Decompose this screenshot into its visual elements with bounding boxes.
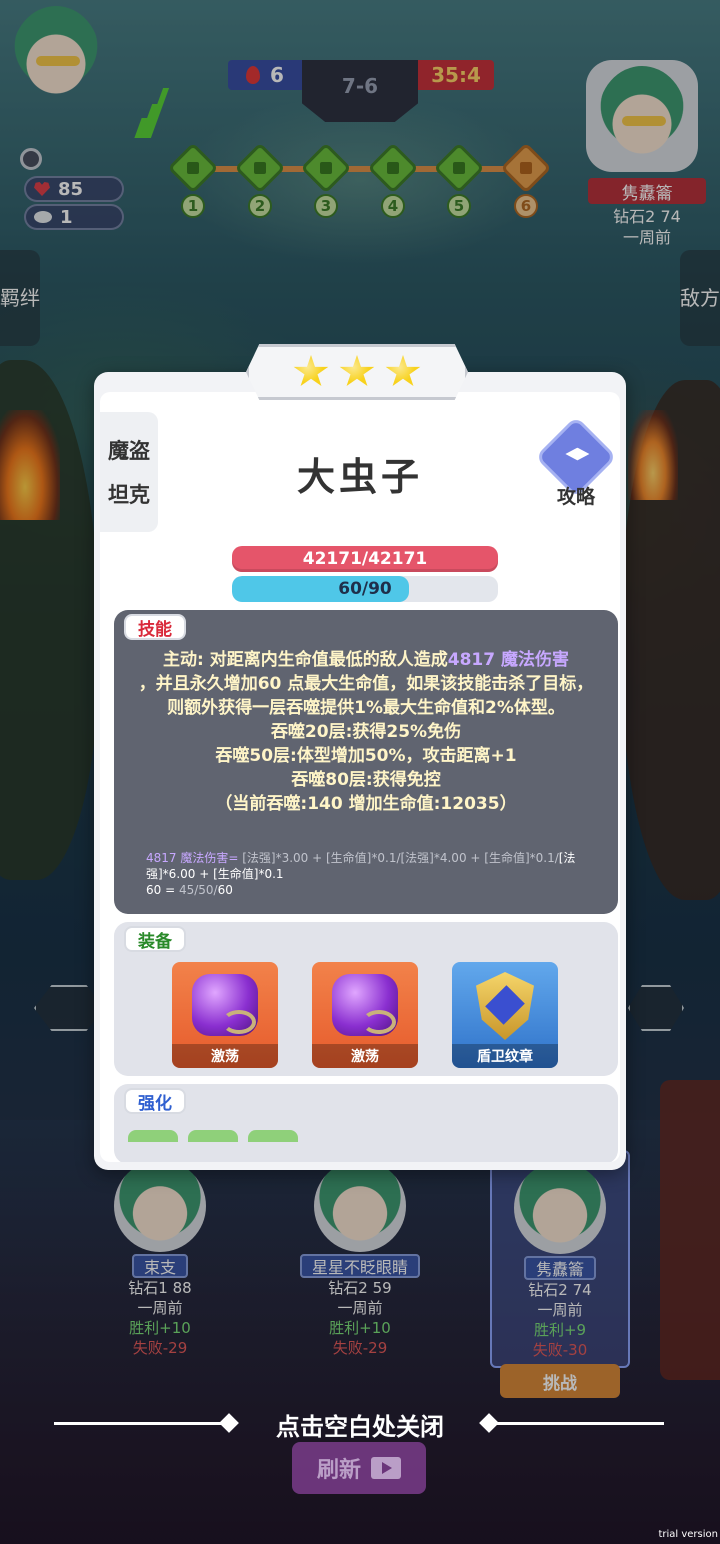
refresh-button[interactable]: 刷新 xyxy=(292,1442,426,1494)
enhance-item[interactable] xyxy=(188,1130,238,1142)
skill-line: 主动: 对距离内生命值最低的敌人造成 xyxy=(163,650,448,670)
formula-label: 4817 魔法伤害= xyxy=(146,851,243,865)
guide-button[interactable]: 攻略 xyxy=(534,415,618,508)
equipment-label: 激荡 xyxy=(312,1044,418,1068)
skill-line: （当前吞噬:140 增加生命值:12035） xyxy=(215,794,517,814)
guide-label: 攻略 xyxy=(556,486,595,508)
equip-tag: 装备 xyxy=(124,926,186,952)
formula-label: 60 = xyxy=(146,883,179,897)
equipment-label: 盾卫纹章 xyxy=(452,1044,558,1068)
star-icon xyxy=(339,355,375,386)
equipment-item[interactable]: 激荡 xyxy=(312,962,418,1068)
skill-section: 技能 主动: 对距离内生命值最低的敌人造成4817 魔法伤害 ，并且永久增加60… xyxy=(114,610,618,914)
shield-emblem-icon xyxy=(476,972,534,1040)
star-icon xyxy=(385,355,421,386)
enhance-tag: 强化 xyxy=(124,1088,186,1114)
skill-description: 主动: 对距离内生命值最低的敌人造成4817 魔法伤害 ，并且永久增加60 点最… xyxy=(132,648,600,816)
skill-formula: 4817 魔法伤害= [法强]*3.00 + [生命值]*0.1/[法强]*4.… xyxy=(146,850,596,898)
skill-line: 吞噬20层:获得25%免伤 xyxy=(270,722,462,742)
mana-bar: 60/90 xyxy=(232,576,498,602)
hp-text: 42171/42171 xyxy=(302,549,428,569)
formula-terms-active: 60 xyxy=(217,883,233,897)
enhance-item[interactable] xyxy=(128,1130,178,1142)
equipment-item[interactable]: 盾卫纹章 xyxy=(452,962,558,1068)
skill-line: 吞噬50层:体型增加50%，攻击距离+1 xyxy=(215,746,517,766)
unit-detail-modal: 魔盗 坦克 大虫子 攻略 42171/42171 60/90 技能 主动: 对距… xyxy=(94,372,626,1170)
equipment-section: 装备 激荡 激荡 盾卫纹章 xyxy=(114,922,618,1076)
refresh-label: 刷新 xyxy=(316,1458,361,1483)
equipment-label: 激荡 xyxy=(172,1044,278,1068)
star-rating xyxy=(246,344,468,400)
skill-line: ，并且永久增加60 点最大生命值，如果该技能击杀了目标，则额外获得一层吞噬提供1… xyxy=(138,674,594,718)
close-hint[interactable]: 点击空白处关闭 xyxy=(0,1404,720,1444)
star-icon xyxy=(293,355,329,386)
formula-terms: 45/50/ xyxy=(178,883,218,897)
trial-label: trial version xyxy=(658,1529,718,1540)
equipment-item[interactable]: 激荡 xyxy=(172,962,278,1068)
enhance-item[interactable] xyxy=(248,1130,298,1142)
skill-magic-damage: 4817 魔法伤害 xyxy=(447,650,569,670)
video-icon xyxy=(371,1457,401,1479)
enhance-section: 强化 xyxy=(114,1084,618,1162)
hp-bar: 42171/42171 xyxy=(232,546,498,572)
formula-terms: [法强]*3.00 + [生命值]*0.1/[法强]*4.00 + [生命值]*… xyxy=(242,851,559,865)
skill-tag: 技能 xyxy=(124,614,186,640)
mana-text: 60/90 xyxy=(338,579,392,599)
skill-line: 吞噬80层:获得免控 xyxy=(291,770,441,790)
modal-content: 魔盗 坦克 大虫子 攻略 42171/42171 60/90 技能 主动: 对距… xyxy=(100,392,620,1162)
